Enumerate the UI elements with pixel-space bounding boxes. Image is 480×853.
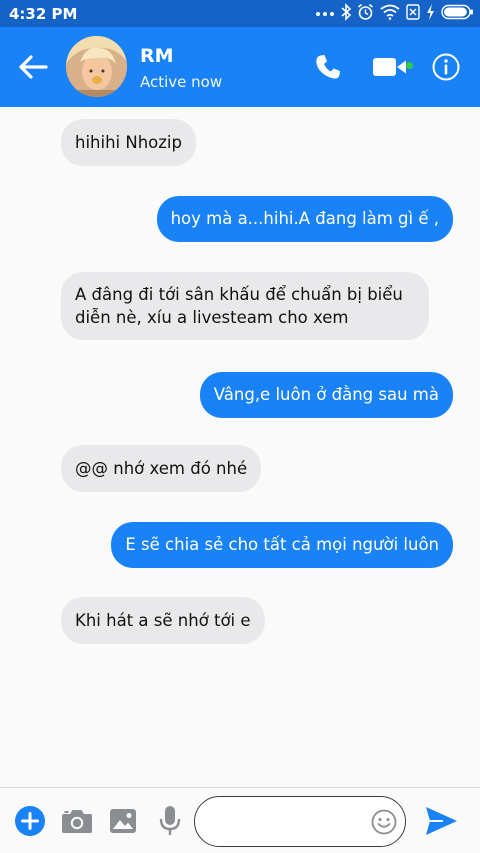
video-call-button[interactable] xyxy=(372,51,408,83)
info-button[interactable] xyxy=(430,51,462,83)
outgoing-message[interactable]: Vâng,e luôn ở đằng sau mà xyxy=(199,372,453,418)
status-icons xyxy=(315,3,474,21)
avatar[interactable] xyxy=(66,36,127,97)
conversation-header: RM Active now xyxy=(0,27,480,107)
voice-button[interactable] xyxy=(153,804,187,838)
contact-name[interactable]: RM xyxy=(140,45,174,67)
emoji-icon xyxy=(371,809,397,835)
message-input-box[interactable] xyxy=(194,796,406,847)
message-list[interactable]: hihihi Nhozip hoy mà a...hihi.A đang làm… xyxy=(0,107,480,787)
battery-level-fill xyxy=(444,7,467,17)
camera-button[interactable] xyxy=(60,804,94,838)
outgoing-message[interactable]: E sẽ chia sẻ cho tất cả mọi người luôn xyxy=(111,522,453,568)
info-icon xyxy=(432,53,460,81)
dots-icon xyxy=(316,12,334,16)
battery-icon xyxy=(441,4,473,20)
alarm-icon xyxy=(357,3,374,20)
bluetooth-icon xyxy=(341,3,351,21)
phone-icon xyxy=(316,55,340,79)
charging-icon xyxy=(427,4,434,20)
back-button[interactable] xyxy=(14,48,52,86)
gallery-icon xyxy=(110,809,136,833)
plus-icon xyxy=(15,806,45,836)
avatar-image xyxy=(66,36,127,97)
status-bar: 4:32 PM xyxy=(0,0,480,27)
online-indicator xyxy=(406,62,413,69)
incoming-message[interactable]: Khi hát a sẽ nhớ tới e xyxy=(61,597,265,644)
send-icon xyxy=(426,807,457,835)
composer-bar xyxy=(0,787,480,853)
emoji-button[interactable] xyxy=(371,809,397,835)
video-camera-icon xyxy=(373,58,406,76)
wifi-icon xyxy=(380,4,400,20)
call-button[interactable] xyxy=(312,51,344,83)
microphone-icon xyxy=(159,806,181,835)
incoming-message[interactable]: A đâng đi tới sân khấu để chuẩn bị biểu … xyxy=(61,272,429,340)
message-input[interactable] xyxy=(211,809,361,835)
sim-off-icon xyxy=(406,4,420,20)
more-actions-button[interactable] xyxy=(13,804,47,838)
gallery-button[interactable] xyxy=(106,804,140,838)
incoming-message[interactable]: @@ nhớ xem đó nhé xyxy=(61,445,262,492)
send-button[interactable] xyxy=(423,803,459,839)
outgoing-message[interactable]: hoy mà a...hihi.A đang làm gì ế , xyxy=(156,196,453,242)
status-time: 4:32 PM xyxy=(9,5,78,23)
back-arrow-icon xyxy=(19,55,48,79)
active-status: Active now xyxy=(140,73,223,91)
camera-icon xyxy=(62,810,92,833)
incoming-message[interactable]: hihihi Nhozip xyxy=(61,119,196,166)
